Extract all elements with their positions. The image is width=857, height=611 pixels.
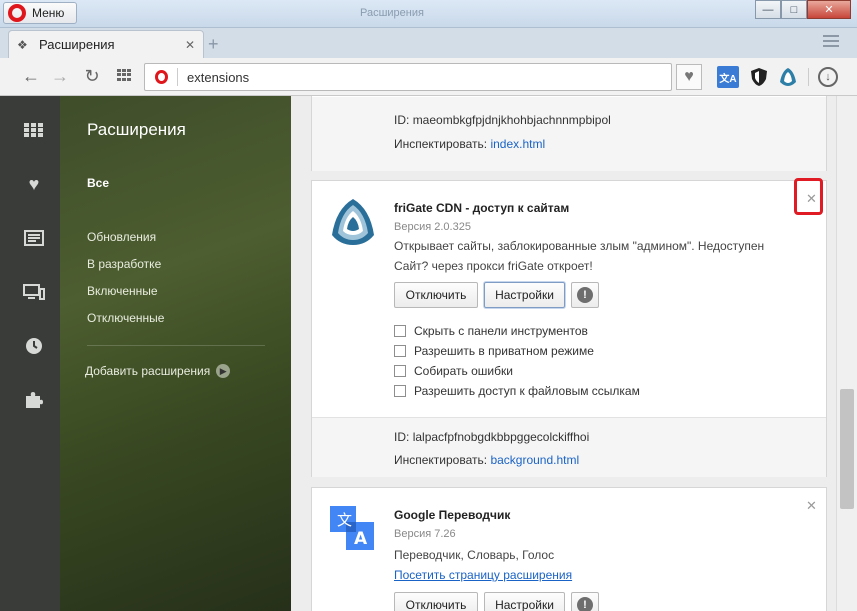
inspect-row: Инспектировать: index.html xyxy=(394,137,545,151)
inspect-row: Инспектировать: background.html xyxy=(394,453,579,467)
filter-disabled[interactable]: Отключенные xyxy=(87,311,164,325)
vertical-scrollbar[interactable] xyxy=(836,96,857,611)
disable-button[interactable]: Отключить xyxy=(394,592,478,611)
settings-button[interactable]: Настройки xyxy=(484,282,565,308)
warning-icon: ! xyxy=(577,287,593,303)
maximize-icon[interactable]: □ xyxy=(781,0,807,19)
option-private-mode[interactable]: Разрешить в приватном режиме xyxy=(394,344,594,358)
report-button[interactable]: ! xyxy=(571,282,599,308)
window-titlebar: Меню Расширения — □ ✕ xyxy=(0,0,857,28)
filter-updates[interactable]: Обновления xyxy=(87,230,156,244)
settings-button[interactable]: Настройки xyxy=(484,592,565,611)
extension-version: Версия 2.0.325 xyxy=(394,221,471,233)
extension-name: Google Переводчик xyxy=(394,508,511,522)
add-extensions-link[interactable]: Добавить расширения ▶ xyxy=(85,364,231,378)
frigate-logo-icon xyxy=(332,199,374,245)
disable-button[interactable]: Отключить xyxy=(394,282,478,308)
filter-enabled[interactable]: Включенные xyxy=(87,284,158,298)
menu-label: Меню xyxy=(32,6,65,20)
address-text: extensions xyxy=(187,69,250,85)
extension-description: Открывает сайты, заблокированные злым "а… xyxy=(394,239,765,273)
translate-extension-icon[interactable]: 文A xyxy=(717,66,739,88)
scrollbar-thumb[interactable] xyxy=(840,389,854,509)
id-value: lalpacfpfnobgdkbbpggecolckiffhoi xyxy=(412,430,590,444)
shield-extension-icon[interactable] xyxy=(748,66,770,88)
checkbox[interactable] xyxy=(394,385,406,397)
option-collect-errors[interactable]: Собирать ошибки xyxy=(394,364,513,378)
tab-menu-icon[interactable] xyxy=(823,35,839,49)
window-title: Расширения xyxy=(360,7,424,19)
id-label: ID: xyxy=(394,113,410,127)
close-window-icon[interactable]: ✕ xyxy=(807,0,851,19)
speed-dial-sidebar-icon[interactable] xyxy=(22,118,46,142)
filter-all[interactable]: Все xyxy=(87,176,109,190)
inspect-label: Инспектировать: xyxy=(394,453,488,467)
devices-sidebar-icon[interactable] xyxy=(22,280,46,304)
history-sidebar-icon[interactable] xyxy=(22,334,46,358)
option-label: Разрешить доступ к файловым ссылкам xyxy=(414,384,640,398)
puzzle-icon: ❖ xyxy=(17,37,28,52)
option-hide-toolbar[interactable]: Скрыть с панели инструментов xyxy=(394,324,588,338)
opera-sidebar: ♥ xyxy=(0,96,60,611)
inspect-label: Инспектировать: xyxy=(394,137,488,151)
option-label: Разрешить в приватном режиме xyxy=(414,344,594,358)
minimize-icon[interactable]: — xyxy=(755,0,781,19)
opera-page-icon xyxy=(155,70,168,84)
extension-card-google-translate: 文 A Google Переводчик Версия 7.26 Перево… xyxy=(311,487,827,611)
extensions-sidebar-icon[interactable] xyxy=(22,388,46,412)
tab-label: Расширения xyxy=(39,37,115,52)
extension-description: Переводчик, Словарь, Голос xyxy=(394,548,555,562)
svg-text:文: 文 xyxy=(337,511,352,529)
opera-logo-icon xyxy=(8,4,26,22)
extension-card-frigate: friGate CDN - доступ к сайтам Версия 2.0… xyxy=(311,180,827,477)
checkbox[interactable] xyxy=(394,345,406,357)
tab-strip: ❖ Расширения ✕ + xyxy=(0,28,857,58)
extension-id: ID: maeombkgfpjdnjkhohbjachnnmpbipol xyxy=(394,113,611,127)
extensions-list: ID: maeombkgfpjdnjkhohbjachnnmpbipol Инс… xyxy=(291,96,836,611)
extensions-sidebar: Расширения Все Обновления В разработке В… xyxy=(60,96,291,611)
extension-name: friGate CDN - доступ к сайтам xyxy=(394,201,570,215)
sidebar-divider xyxy=(87,345,265,346)
browser-toolbar: ← → ↻ extensions ♥ 文A ↓ xyxy=(0,58,857,96)
svg-text:A: A xyxy=(354,529,368,549)
extension-card-prev: ID: maeombkgfpjdnjkhohbjachnnmpbipol Инс… xyxy=(311,96,827,171)
report-button[interactable]: ! xyxy=(571,592,599,611)
add-extensions-label: Добавить расширения xyxy=(85,364,211,378)
inspect-link[interactable]: index.html xyxy=(490,137,545,151)
tab-close-icon[interactable]: ✕ xyxy=(185,38,195,52)
opera-menu-button[interactable]: Меню xyxy=(3,2,77,24)
warning-icon: ! xyxy=(577,597,593,611)
checkbox[interactable] xyxy=(394,325,406,337)
address-bar[interactable]: extensions xyxy=(144,63,672,91)
heart-sidebar-icon[interactable]: ♥ xyxy=(22,172,46,196)
download-icon[interactable]: ↓ xyxy=(818,67,838,87)
inspect-link[interactable]: background.html xyxy=(490,453,579,467)
option-label: Собирать ошибки xyxy=(414,364,513,378)
tab-extensions[interactable]: ❖ Расширения ✕ xyxy=(8,30,204,58)
highlight-box xyxy=(794,178,823,215)
extension-id: ID: lalpacfpfnobgdkbbpggecolckiffhoi xyxy=(394,430,589,444)
chevron-right-icon: ▶ xyxy=(216,364,231,378)
reload-icon[interactable]: ↻ xyxy=(81,66,103,86)
id-value: maeombkgfpjdnjkhohbjachnnmpbipol xyxy=(412,113,611,127)
google-translate-logo-icon: 文 A xyxy=(330,506,374,550)
option-label: Скрыть с панели инструментов xyxy=(414,324,588,338)
news-sidebar-icon[interactable] xyxy=(22,226,46,250)
filter-developer[interactable]: В разработке xyxy=(87,257,161,271)
option-file-urls[interactable]: Разрешить доступ к файловым ссылкам xyxy=(394,384,640,398)
window-controls: — □ ✕ xyxy=(755,0,851,19)
visit-extension-page-link[interactable]: Посетить страницу расширения xyxy=(394,568,572,582)
id-label: ID: xyxy=(394,430,410,444)
extension-version: Версия 7.26 xyxy=(394,528,456,540)
frigate-extension-icon[interactable] xyxy=(777,66,799,88)
new-tab-icon[interactable]: + xyxy=(208,34,219,55)
speed-dial-icon[interactable] xyxy=(117,69,131,81)
remove-extension-icon[interactable]: ✕ xyxy=(806,498,817,514)
extensions-title: Расширения xyxy=(87,120,186,139)
back-icon[interactable]: ← xyxy=(20,66,42,86)
forward-icon[interactable]: → xyxy=(49,66,71,86)
checkbox[interactable] xyxy=(394,365,406,377)
bookmark-heart-icon[interactable]: ♥ xyxy=(676,64,702,90)
